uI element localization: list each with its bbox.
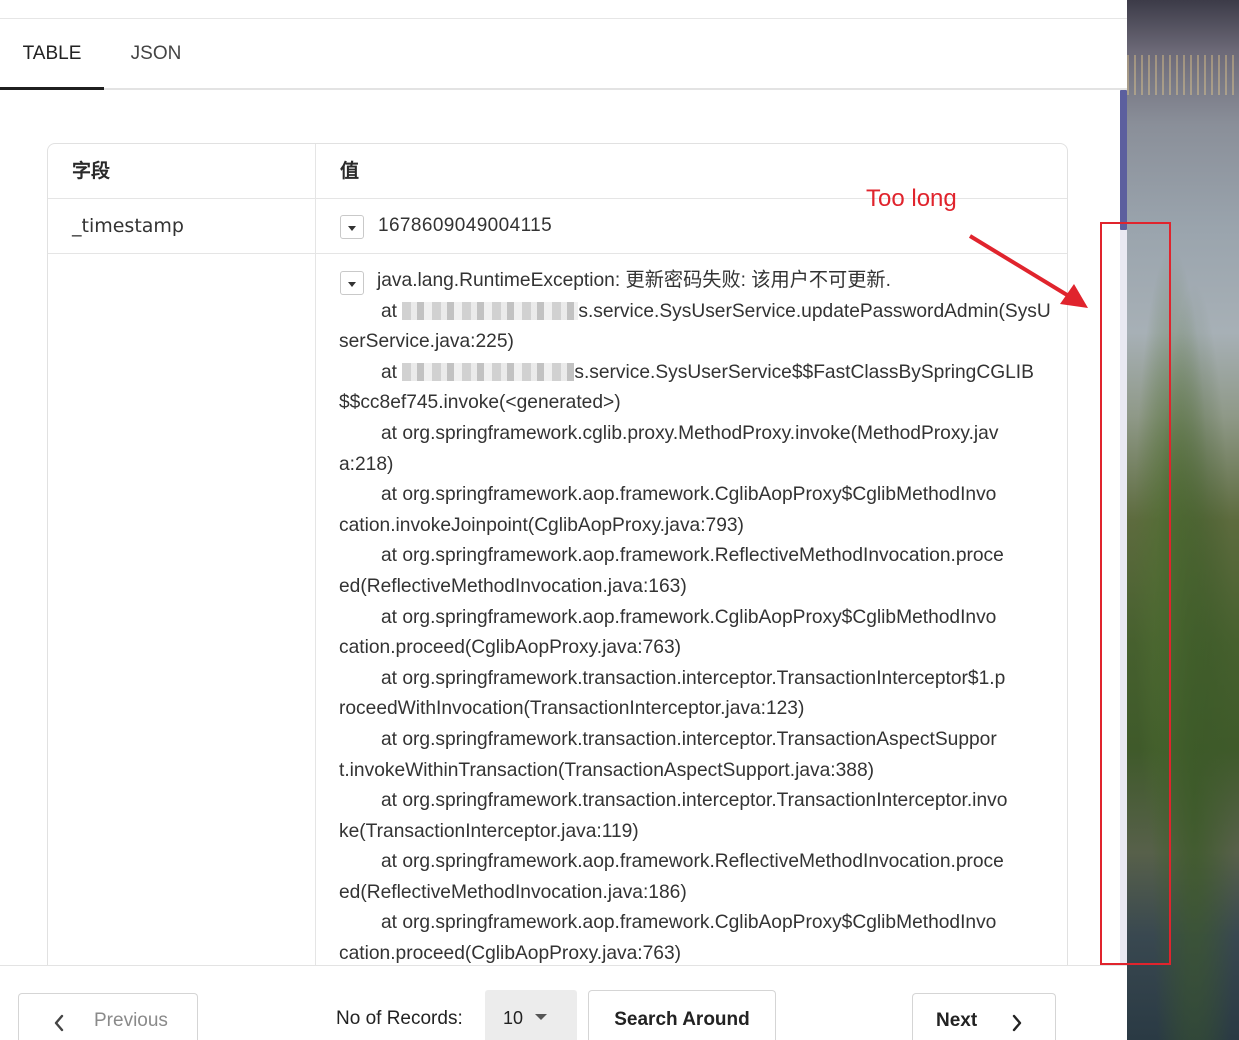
field-value-table: 字段 值 _timestamp 1678609049004115 java.la… bbox=[47, 143, 1068, 973]
stack-line: at org.springframework.transaction.inter… bbox=[381, 667, 1006, 689]
tab-table[interactable]: TABLE bbox=[0, 19, 104, 90]
stack-line: serService.java:225) bbox=[339, 331, 514, 353]
records-value: 10 bbox=[503, 1008, 524, 1028]
next-button[interactable]: Next bbox=[912, 993, 1056, 1040]
search-around-button[interactable]: Search Around bbox=[588, 990, 776, 1040]
annotation-arrow bbox=[968, 234, 1088, 308]
chevron-right-icon bbox=[1012, 1014, 1022, 1032]
records-select[interactable]: 10 bbox=[485, 990, 577, 1040]
tab-json[interactable]: JSON bbox=[104, 19, 208, 90]
redacted-blur bbox=[402, 301, 579, 320]
stack-line: $$cc8ef745.invoke(<generated>) bbox=[339, 392, 621, 414]
scrollbar-thumb[interactable] bbox=[1120, 90, 1127, 230]
annotation-box bbox=[1100, 222, 1171, 965]
stack-line: at org.springframework.aop.framework.Ref… bbox=[381, 545, 1004, 567]
stack-line: a:218) bbox=[339, 453, 394, 475]
stack-line: at org.springframework.transaction.inter… bbox=[381, 790, 1008, 812]
stack-line: at org.springframework.aop.framework.Cgl… bbox=[381, 912, 997, 934]
header-field: 字段 bbox=[72, 160, 111, 182]
stack-trace-value: java.lang.RuntimeException: 更新密码失败: 该用户不… bbox=[339, 266, 1059, 970]
redacted-blur bbox=[402, 362, 575, 381]
stack-line: at s.service.SysUserService$$FastClassBy… bbox=[381, 361, 1034, 383]
stack-line: roceedWithInvocation(TransactionIntercep… bbox=[339, 698, 805, 720]
stack-line: java.lang.RuntimeException: 更新密码失败: 该用户不… bbox=[377, 270, 891, 291]
header-value: 值 bbox=[340, 160, 360, 182]
stack-line: cation.proceed(CglibAopProxy.java:763) bbox=[339, 637, 682, 659]
detail-tabs: TABLE JSON bbox=[0, 19, 1127, 90]
stack-line: at org.springframework.aop.framework.Cgl… bbox=[381, 606, 997, 628]
chevron-left-icon bbox=[54, 1014, 64, 1032]
records-label: No of Records: bbox=[336, 1008, 463, 1029]
next-label: Next bbox=[936, 1010, 978, 1031]
stack-line: cation.invokeJoinpoint(CglibAopProxy.jav… bbox=[339, 514, 744, 536]
caret-down-icon bbox=[535, 1014, 547, 1020]
field-value: 1678609049004115 bbox=[378, 215, 553, 236]
stack-line: ke(TransactionInterceptor.java:119) bbox=[339, 820, 639, 842]
stack-line: ed(ReflectiveMethodInvocation.java:163) bbox=[339, 575, 687, 597]
stack-line: at org.springframework.cglib.proxy.Metho… bbox=[381, 422, 999, 444]
table-row: java.lang.RuntimeException: 更新密码失败: 该用户不… bbox=[48, 254, 1067, 972]
log-detail-panel: TABLE JSON 字段 值 _timestamp 1678609049004… bbox=[0, 0, 1127, 1040]
pagination-footer: Previous No of Records: 10 Search Around… bbox=[0, 965, 1127, 1040]
expand-caret-icon[interactable] bbox=[340, 215, 364, 239]
stack-line: at s.service.SysUserService.updatePasswo… bbox=[381, 300, 1051, 322]
stack-line: t.invokeWithinTransaction(TransactionAsp… bbox=[339, 759, 875, 781]
previous-label: Previous bbox=[94, 1010, 168, 1031]
stack-line: ed(ReflectiveMethodInvocation.java:186) bbox=[339, 881, 687, 903]
field-name: _timestamp bbox=[72, 215, 184, 237]
stack-line: at org.springframework.transaction.inter… bbox=[381, 728, 997, 750]
annotation-text: Too long bbox=[866, 185, 957, 212]
stack-line: at org.springframework.aop.framework.Ref… bbox=[381, 851, 1004, 873]
stack-line: at org.springframework.aop.framework.Cgl… bbox=[381, 484, 997, 506]
previous-button[interactable]: Previous bbox=[18, 993, 198, 1040]
